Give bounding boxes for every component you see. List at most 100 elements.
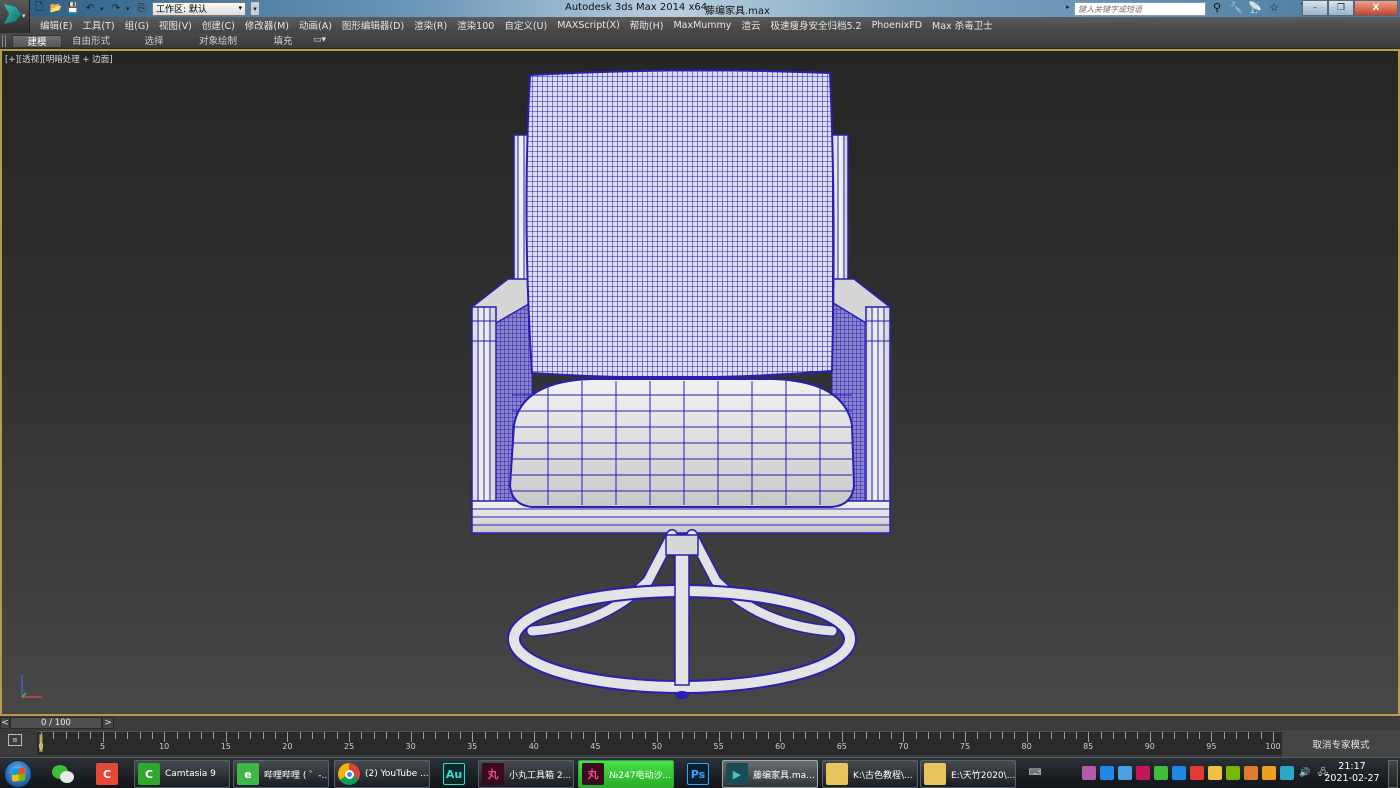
pen-icon[interactable] xyxy=(1046,766,1060,780)
wrench-icon[interactable]: 🔧 xyxy=(1229,1,1243,14)
project-folder-icon[interactable]: ⎘ xyxy=(135,2,149,15)
menu-item[interactable]: 修改器(M) xyxy=(245,18,296,32)
k-icon[interactable] xyxy=(1100,766,1114,780)
trackbar[interactable]: 0 5 10 15 20 25 30 35 40 45 50 55 60 65 70 75 80 85 90 95 10… xyxy=(37,731,1282,755)
menu-item[interactable]: PhoenixFD xyxy=(872,20,929,31)
save-icon[interactable]: 💾 xyxy=(66,2,80,15)
satellite-icon[interactable]: 📡 xyxy=(1248,1,1262,14)
binoculars-icon[interactable]: ⚲ xyxy=(1210,1,1224,14)
frame-label: 40 xyxy=(528,742,539,751)
cloud-icon[interactable] xyxy=(1118,766,1132,780)
search-expand-icon[interactable]: ▸ xyxy=(1066,3,1070,11)
time-slider-handle[interactable]: 0 / 100 xyxy=(10,717,102,729)
frame-tick xyxy=(1174,732,1176,739)
menu-item[interactable]: 编辑(E) xyxy=(40,18,79,32)
menu-item[interactable]: MaxMummy xyxy=(673,20,738,31)
clock[interactable]: 21:17 2021-02-27 xyxy=(1322,761,1382,785)
frame-tick xyxy=(127,732,129,739)
slack-icon[interactable] xyxy=(1064,766,1078,780)
frame-tick xyxy=(509,732,511,739)
menu-item[interactable]: Max 杀毒卫士 xyxy=(932,18,1000,32)
menu-item[interactable]: 极速瘦身安全归档5.2 xyxy=(770,18,868,32)
perspective-viewport[interactable]: [+][透视][明暗处理 + 边面] xyxy=(0,49,1400,716)
keyboard-icon[interactable]: ⌨ xyxy=(1028,766,1042,780)
frame-label: 60 xyxy=(775,742,786,751)
camtasia-recorder-pinned[interactable]: C xyxy=(94,761,120,787)
menu-item[interactable]: 创建(C) xyxy=(202,18,242,32)
taskbar-item[interactable]: ▶ 藤编家具.ma... xyxy=(722,760,818,788)
menu-item[interactable]: 渲云 xyxy=(741,18,767,32)
photo-icon[interactable] xyxy=(1244,766,1258,780)
taskbar-item[interactable]: E:\天竹2020\... xyxy=(920,760,1016,788)
taskbar-item[interactable]: 丸小丸工具箱 2... xyxy=(478,760,574,788)
viewport-shading-label[interactable]: [明暗处理 + 边面] xyxy=(42,55,112,65)
minimize-button[interactable]: – xyxy=(1302,0,1328,16)
taskbar-item[interactable]: Ps xyxy=(684,760,714,788)
menu-item[interactable]: MAXScript(X) xyxy=(557,20,627,31)
frame-tick xyxy=(361,732,363,739)
ribbon-options-icon[interactable]: ▭▾ xyxy=(313,35,326,45)
nvidia-icon[interactable] xyxy=(1226,766,1240,780)
workspace-select[interactable]: 工作区: 默认 ▾ xyxy=(152,1,246,16)
app-menu-button[interactable]: ▾ xyxy=(0,0,30,33)
open-file-icon[interactable]: 📂 xyxy=(49,2,63,15)
shield-icon[interactable] xyxy=(1262,766,1276,780)
taskbar-item[interactable]: C Camtasia 9 xyxy=(134,760,230,788)
star-icon[interactable]: ☆ xyxy=(1267,1,1281,14)
title-bar: 🗋 📂 💾 ↶ ▾ ↷ ▾ ⎘ 工作区: 默认 ▾ ▾ Autodesk 3ds… xyxy=(0,0,1400,17)
frame-tick xyxy=(558,732,560,739)
start-button[interactable] xyxy=(4,760,32,788)
taskbar-item[interactable]: (2) YouTube ... xyxy=(334,760,430,788)
menu-item[interactable]: 动画(A) xyxy=(299,18,339,32)
wechat-pinned[interactable] xyxy=(50,761,76,787)
toolbar-overflow-icon[interactable]: ▾ xyxy=(251,2,259,15)
taskbar-item[interactable]: e 哔哩哔哩 ( ゜-... xyxy=(233,760,329,788)
undo-icon[interactable]: ↶ xyxy=(83,2,97,15)
network-tool-icon[interactable] xyxy=(1082,766,1096,780)
taskbar-item[interactable]: 丸 №247电动沙... xyxy=(578,760,674,788)
sync-icon[interactable] xyxy=(1172,766,1186,780)
tab-object-paint[interactable]: 对象绘制 xyxy=(192,35,244,48)
r-icon[interactable] xyxy=(1136,766,1150,780)
redo-dropdown-icon[interactable]: ▾ xyxy=(126,5,132,13)
frame-tick xyxy=(250,732,252,739)
card-icon[interactable] xyxy=(1208,766,1222,780)
restore-button[interactable]: ❐ xyxy=(1328,0,1354,16)
ribbon-grip-handle[interactable] xyxy=(2,35,6,47)
frame-tick xyxy=(287,732,289,742)
frame-label: 75 xyxy=(959,742,971,751)
tab-modeling[interactable]: 建模 xyxy=(12,35,62,48)
undo-dropdown-icon[interactable]: ▾ xyxy=(100,5,106,13)
viewport-menu-plus[interactable]: [+] xyxy=(5,55,19,65)
menu-item[interactable]: 工具(T) xyxy=(82,18,121,32)
viewport-pov-label[interactable]: [透视] xyxy=(19,55,43,65)
next-frame-button[interactable]: > xyxy=(102,717,114,729)
curve-editor-icon[interactable]: ≡ xyxy=(8,734,22,746)
chair-wireframe-model[interactable] xyxy=(452,61,912,711)
tab-selection[interactable]: 选择 xyxy=(134,35,174,48)
menu-item[interactable]: 自定义(U) xyxy=(504,18,554,32)
wechat-tray-icon[interactable] xyxy=(1154,766,1168,780)
menu-item[interactable]: 视图(V) xyxy=(159,18,199,32)
ie-icon[interactable] xyxy=(1280,766,1294,780)
tab-populate[interactable]: 填充 xyxy=(264,35,302,48)
menu-item[interactable]: 帮助(H) xyxy=(630,18,671,32)
prev-frame-button[interactable]: < xyxy=(0,717,10,729)
frame-tick xyxy=(238,732,240,739)
window-controls: – ❐ X xyxy=(1302,0,1398,16)
show-desktop-button[interactable] xyxy=(1388,760,1398,788)
infocenter-search-input[interactable] xyxy=(1074,2,1206,16)
menu-item[interactable]: 渲染100 xyxy=(457,18,501,32)
menu-item[interactable]: 渲染(R) xyxy=(414,18,454,32)
qq-icon[interactable] xyxy=(1190,766,1204,780)
menu-item[interactable]: 组(G) xyxy=(125,18,156,32)
redo-icon[interactable]: ↷ xyxy=(109,2,123,15)
new-file-icon[interactable]: 🗋 xyxy=(32,2,46,15)
tab-freeform[interactable]: 自由形式 xyxy=(66,35,116,48)
cancel-expert-mode-button[interactable]: 取消专家模式 xyxy=(1282,730,1400,757)
menu-item[interactable]: 图形编辑器(D) xyxy=(342,18,411,32)
close-button[interactable]: X xyxy=(1354,0,1398,16)
volume-icon[interactable]: 🔊 xyxy=(1298,766,1312,780)
taskbar-item[interactable]: K:\古色教程\... xyxy=(822,760,918,788)
taskbar-item[interactable]: Au xyxy=(440,760,470,788)
